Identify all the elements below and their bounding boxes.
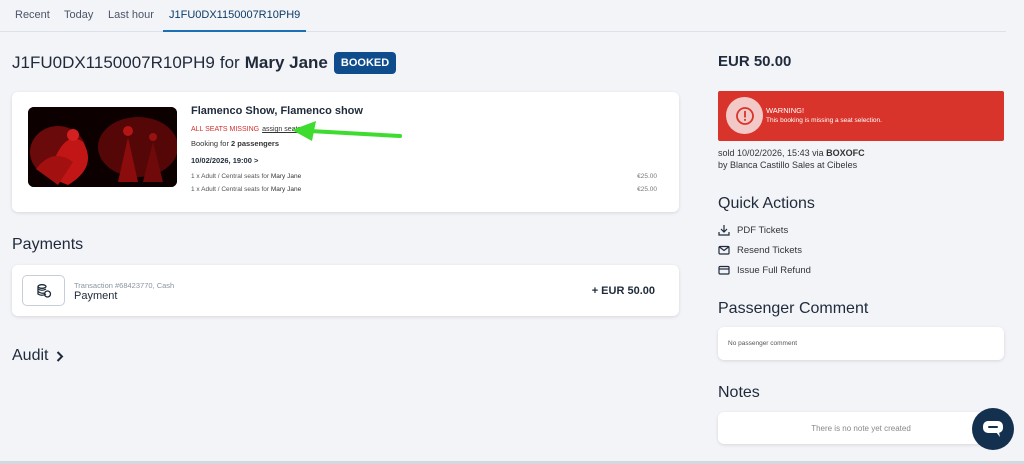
ticket-holder: Mary Jane: [270, 186, 302, 193]
booking-reference: J1FU0DX1150007R10PH9: [12, 53, 215, 72]
audit-heading: Audit: [12, 347, 49, 364]
seats-missing-row: ALL SEATS MISSING assign seats: [191, 126, 301, 133]
warning-icon-wrap: [726, 97, 763, 134]
ticket-holder: Mary Jane: [270, 173, 302, 180]
resend-tickets-label: Resend Tickets: [737, 244, 802, 256]
annotation-arrow-icon: [292, 121, 402, 141]
ticket-price: €25.00: [637, 173, 657, 180]
tab-bar: Recent Today Last hour J1FU0DX1150007R10…: [0, 0, 1006, 32]
passenger-count: 2 passengers: [231, 139, 279, 148]
pdf-tickets-label: PDF Tickets: [737, 224, 789, 236]
audit-toggle[interactable]: Audit: [12, 347, 64, 365]
payment-label: Payment: [74, 290, 118, 302]
download-icon: [718, 225, 730, 236]
page-title: J1FU0DX1150007R10PH9 for Mary Jane BOOKE…: [12, 52, 397, 74]
warning-banner: WARNING! This booking is missing a seat …: [718, 91, 1004, 141]
sold-by: by Blanca Castillo Sales at Cibeles: [718, 160, 858, 170]
event-date-link[interactable]: 10/02/2026, 19:00 >: [191, 156, 258, 165]
passenger-comment-card: No passenger comment: [718, 327, 1004, 360]
notes-card: There is no note yet created: [718, 412, 1004, 444]
passenger-comment-heading: Passenger Comment: [718, 300, 869, 317]
quick-actions-heading: Quick Actions: [718, 195, 815, 212]
show-title: Flamenco Show, Flamenco show: [191, 105, 363, 117]
chevron-right-icon: [57, 350, 64, 362]
ticket-item: 1 x Adult / Central seats for Mary Jane …: [191, 186, 657, 193]
credit-card-icon: [718, 265, 730, 275]
booking-total: EUR 50.00: [718, 53, 792, 70]
ticket-desc: 1 x Adult / Central seats for: [191, 186, 270, 193]
tab-booking[interactable]: J1FU0DX1150007R10PH9: [163, 0, 307, 32]
chat-button[interactable]: [972, 408, 1014, 450]
payments-heading: Payments: [12, 236, 84, 253]
notes-text: There is no note yet created: [811, 424, 911, 433]
show-thumbnail: [28, 107, 177, 187]
notes-heading: Notes: [718, 384, 760, 401]
customer-name: Mary Jane: [244, 53, 328, 72]
booking-for: Booking for 2 passengers: [191, 139, 279, 148]
issue-refund-label: Issue Full Refund: [737, 264, 811, 276]
sold-line: sold 10/02/2026, 15:43 via: [718, 148, 824, 158]
payment-amount: + EUR 50.00: [591, 285, 655, 297]
tab-today[interactable]: Today: [61, 0, 96, 32]
warning-title: WARNING!: [766, 106, 805, 115]
warning-message: This booking is missing a seat selection…: [766, 117, 882, 124]
sale-info: sold 10/02/2026, 15:43 via BOXOFC by Bla…: [718, 147, 865, 171]
booking-for-prefix: Booking for: [191, 139, 229, 148]
ticket-desc: 1 x Adult / Central seats for: [191, 173, 270, 180]
tab-recent[interactable]: Recent: [12, 0, 53, 32]
payment-card: Transaction #68423770, Cash Payment + EU…: [12, 265, 679, 316]
resend-tickets-action[interactable]: Resend Tickets: [718, 244, 802, 256]
issue-refund-action[interactable]: Issue Full Refund: [718, 264, 811, 276]
coins-icon: [22, 275, 65, 306]
sold-channel: BOXOFC: [826, 148, 865, 158]
status-badge: BOOKED: [333, 52, 397, 74]
booking-card: Flamenco Show, Flamenco show ALL SEATS M…: [12, 92, 679, 212]
ticket-price: €25.00: [637, 186, 657, 193]
for-text: for: [219, 53, 240, 72]
alert-circle-icon: [735, 106, 754, 125]
passenger-comment-text: No passenger comment: [728, 340, 798, 347]
ticket-item: 1 x Adult / Central seats for Mary Jane …: [191, 173, 657, 180]
pdf-tickets-action[interactable]: PDF Tickets: [718, 224, 788, 236]
tab-last-hour[interactable]: Last hour: [105, 0, 157, 32]
transaction-info: Transaction #68423770, Cash: [74, 281, 175, 290]
mail-icon: [718, 245, 730, 255]
seats-missing-label: ALL SEATS MISSING: [191, 126, 260, 133]
chat-icon: [983, 421, 1003, 437]
